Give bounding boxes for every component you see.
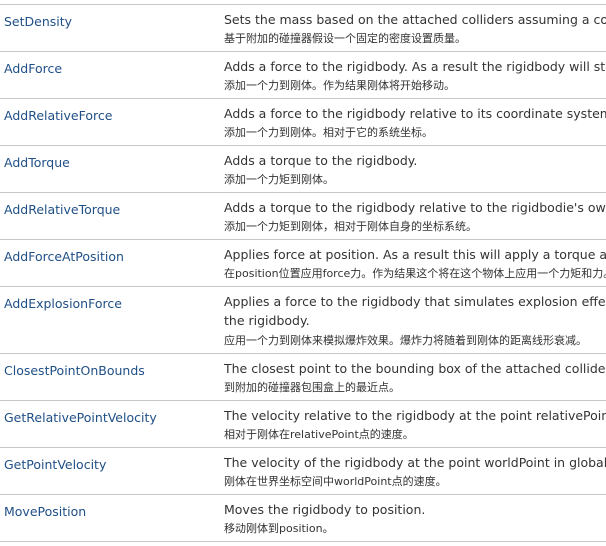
method-link-get-relative-point-velocity[interactable]: GetRelativePointVelocity bbox=[4, 410, 157, 425]
method-name-cell: GetRelativePointVelocity bbox=[0, 401, 220, 447]
method-name-cell: AddRelativeForce bbox=[0, 99, 220, 145]
method-description-cell: Adds a force to the rigidbody relative t… bbox=[220, 99, 606, 145]
table-row-get-point-velocity: GetPointVelocity The velocity of the rig… bbox=[0, 448, 606, 495]
table-row-add-torque: AddTorque Adds a torque to the rigidbody… bbox=[0, 146, 606, 193]
method-link-add-relative-force[interactable]: AddRelativeForce bbox=[4, 108, 112, 123]
description-chinese: 应用一个力到刚体来模拟爆炸效果。爆炸力将随着到刚体的距离线形衰减。 bbox=[224, 334, 587, 347]
method-link-get-point-velocity[interactable]: GetPointVelocity bbox=[4, 457, 106, 472]
description-english: Adds a force to the rigidbody. As a resu… bbox=[224, 59, 606, 74]
table-row-move-position: MovePosition Moves the rigidbody to posi… bbox=[0, 495, 606, 542]
method-description-cell: Applies a force to the rigidbody that si… bbox=[220, 287, 606, 353]
table-row-add-explosion-force: AddExplosionForce Applies a force to the… bbox=[0, 287, 606, 354]
method-name-cell: AddExplosionForce bbox=[0, 287, 220, 353]
table-row-add-force: AddForce Adds a force to the rigidbody. … bbox=[0, 52, 606, 99]
description-chinese: 刚体在世界坐标空间中worldPoint点的速度。 bbox=[224, 475, 447, 488]
method-link-add-force[interactable]: AddForce bbox=[4, 61, 62, 76]
description-chinese: 移动刚体到position。 bbox=[224, 522, 334, 535]
table-row-closest-point-on-bounds: ClosestPointOnBounds The closest point t… bbox=[0, 354, 606, 401]
description-english: Sets the mass based on the attached coll… bbox=[224, 12, 606, 27]
method-name-cell: MovePosition bbox=[0, 495, 220, 541]
method-name-cell: AddTorque bbox=[0, 146, 220, 192]
method-name-cell: ClosestPointOnBounds bbox=[0, 354, 220, 400]
method-name-cell: GetPointVelocity bbox=[0, 448, 220, 494]
description-chinese: 添加一个力矩到刚体，相对于刚体自身的坐标系统。 bbox=[224, 220, 477, 233]
method-description-cell: The closest point to the bounding box of… bbox=[220, 354, 606, 400]
table-row-get-relative-point-velocity: GetRelativePointVelocity The velocity re… bbox=[0, 401, 606, 448]
description-english: The velocity of the rigidbody at the poi… bbox=[224, 455, 606, 470]
table-row-set-density: SetDensity Sets the mass based on the at… bbox=[0, 5, 606, 52]
description-chinese: 基于附加的碰撞器假设一个固定的密度设置质量。 bbox=[224, 32, 466, 45]
description-english: The velocity relative to the rigidbody a… bbox=[224, 408, 606, 423]
table-row-add-force-at-position: AddForceAtPosition Applies force at posi… bbox=[0, 240, 606, 287]
description-chinese: 在position位置应用force力。作为结果这个将在这个物体上应用一个力矩和… bbox=[224, 267, 606, 280]
method-link-add-relative-torque[interactable]: AddRelativeTorque bbox=[4, 202, 120, 217]
description-english: Applies force at position. As a result t… bbox=[224, 247, 606, 262]
method-description-cell: Adds a torque to the rigidbody relative … bbox=[220, 193, 606, 239]
description-english: Applies a force to the rigidbody that si… bbox=[224, 294, 606, 309]
table-row-add-relative-force: AddRelativeForce Adds a force to the rig… bbox=[0, 99, 606, 146]
description-english: Adds a torque to the rigidbody. bbox=[224, 153, 418, 168]
method-description-cell: Applies force at position. As a result t… bbox=[220, 240, 606, 286]
method-name-cell: AddRelativeTorque bbox=[0, 193, 220, 239]
method-description-cell: Moves the rigidbody to position. 移动刚体到po… bbox=[220, 495, 606, 541]
method-link-set-density[interactable]: SetDensity bbox=[4, 14, 72, 29]
method-description-cell: The velocity relative to the rigidbody a… bbox=[220, 401, 606, 447]
description-english: Adds a torque to the rigidbody relative … bbox=[224, 200, 606, 215]
description-english: Adds a force to the rigidbody relative t… bbox=[224, 106, 606, 121]
description-english-continued: the rigidbody. bbox=[224, 313, 310, 328]
method-name-cell: AddForceAtPosition bbox=[0, 240, 220, 286]
method-description-cell: The velocity of the rigidbody at the poi… bbox=[220, 448, 606, 494]
description-chinese: 到附加的碰撞器包围盒上的最近点。 bbox=[224, 381, 400, 394]
method-link-closest-point-on-bounds[interactable]: ClosestPointOnBounds bbox=[4, 363, 145, 378]
method-name-cell: SetDensity bbox=[0, 5, 220, 51]
description-chinese: 添加一个力到刚体。作为结果刚体将开始移动。 bbox=[224, 79, 455, 92]
table-row-add-relative-torque: AddRelativeTorque Adds a torque to the r… bbox=[0, 193, 606, 240]
description-chinese: 添加一个力到刚体。相对于它的系统坐标。 bbox=[224, 126, 433, 139]
description-chinese: 添加一个力矩到刚体。 bbox=[224, 173, 334, 186]
description-english: The closest point to the bounding box of… bbox=[224, 361, 606, 376]
method-description-cell: Adds a torque to the rigidbody. 添加一个力矩到刚… bbox=[220, 146, 606, 192]
method-link-move-position[interactable]: MovePosition bbox=[4, 504, 86, 519]
method-name-cell: AddForce bbox=[0, 52, 220, 98]
description-english: Moves the rigidbody to position. bbox=[224, 502, 426, 517]
description-chinese: 相对于刚体在relativePoint点的速度。 bbox=[224, 428, 414, 441]
method-description-cell: Adds a force to the rigidbody. As a resu… bbox=[220, 52, 606, 98]
method-link-add-force-at-position[interactable]: AddForceAtPosition bbox=[4, 249, 124, 264]
method-link-add-explosion-force[interactable]: AddExplosionForce bbox=[4, 296, 122, 311]
method-description-cell: Sets the mass based on the attached coll… bbox=[220, 5, 606, 51]
api-methods-table: SetDensity Sets the mass based on the at… bbox=[0, 4, 606, 542]
method-link-add-torque[interactable]: AddTorque bbox=[4, 155, 70, 170]
